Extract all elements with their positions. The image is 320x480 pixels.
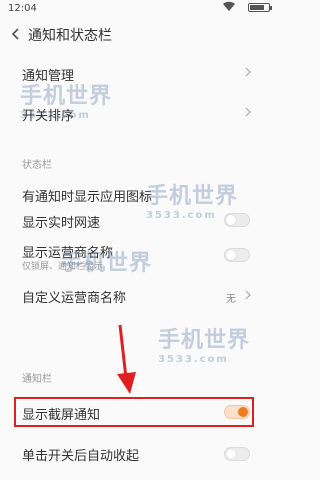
realtime-speed-label: 显示实时网速: [22, 216, 101, 231]
page-title: 通知和状态栏: [28, 28, 112, 44]
watermark-text: 手机世界: [158, 328, 251, 353]
auto-collapse-item[interactable]: 单击开关后自动收起: [0, 440, 270, 468]
section-header-notification-bar: 通知栏: [22, 374, 52, 385]
notification-manage-item[interactable]: 通知管理: [0, 58, 270, 86]
switch-order-label: 开关排序: [22, 109, 75, 124]
back-arrow-icon[interactable]: [8, 26, 24, 42]
wifi-icon: [223, 1, 235, 11]
realtime-speed-item[interactable]: 显示实时网速: [0, 202, 270, 232]
carrier-name-subtitle: 仅锁屏、通知栏显示: [22, 262, 104, 272]
switch-order-item[interactable]: 开关排序: [0, 98, 270, 126]
watermark-number: 3533.com: [158, 354, 229, 365]
screen: 12:04 通知和状态栏 通知管理 开关排序 状态栏 有通知时显示应用图标 显示…: [0, 0, 272, 480]
chevron-right-icon: [245, 107, 251, 117]
carrier-name-toggle[interactable]: [224, 248, 250, 262]
chevron-right-icon: [245, 290, 251, 300]
title-bar: 通知和状态栏: [0, 20, 270, 50]
carrier-name-item[interactable]: 显示运营商名称 仅锁屏、通知栏显示: [0, 236, 270, 272]
battery-icon: [248, 3, 272, 12]
auto-collapse-toggle[interactable]: [224, 447, 250, 461]
realtime-speed-toggle[interactable]: [224, 213, 250, 227]
custom-carrier-value: 无: [226, 294, 236, 305]
auto-collapse-label: 单击开关后自动收起: [22, 449, 140, 464]
status-time: 12:04: [8, 3, 37, 14]
watermark-logo: 手机世界 3533.com: [158, 322, 250, 365]
status-bar: 12:04: [0, 0, 272, 18]
highlight-box: [14, 397, 254, 427]
chevron-right-icon: [245, 67, 251, 77]
notification-manage-label: 通知管理: [22, 69, 75, 84]
custom-carrier-item[interactable]: 自定义运营商名称 无: [0, 282, 270, 310]
custom-carrier-label: 自定义运营商名称: [22, 291, 127, 306]
section-header-status-bar: 状态栏: [22, 160, 52, 171]
